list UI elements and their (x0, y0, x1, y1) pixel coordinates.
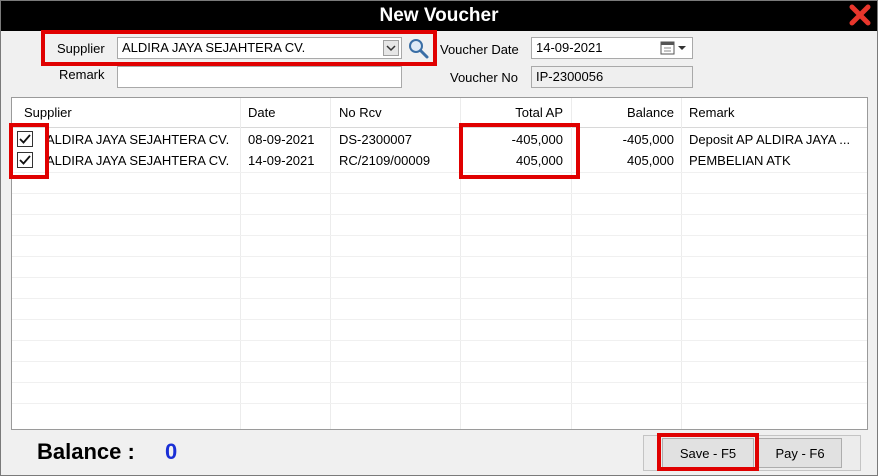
voucher-date-label: Voucher Date (440, 42, 519, 57)
row-checkbox[interactable] (17, 152, 33, 168)
pay-button[interactable]: Pay - F6 (758, 438, 842, 468)
cell-date: 08-09-2021 (248, 132, 315, 147)
voucher-no-value: IP-2300056 (536, 69, 604, 84)
cell-balance: 405,000 (627, 153, 674, 168)
col-header-total-ap[interactable]: Total AP (462, 105, 563, 120)
col-header-remark[interactable]: Remark (689, 105, 735, 120)
voucher-no-field: IP-2300056 (531, 66, 693, 88)
remark-label: Remark (59, 67, 105, 82)
save-button[interactable]: Save - F5 (662, 438, 754, 468)
row-checkbox[interactable] (17, 131, 33, 147)
cell-supplier: ALDIRA JAYA SEJAHTERA CV. (46, 153, 230, 168)
cell-no-rcv: DS-2300007 (339, 132, 412, 147)
table-row[interactable]: ALDIRA JAYA SEJAHTERA CV. 08-09-2021 DS-… (12, 129, 867, 150)
supplier-value: ALDIRA JAYA SEJAHTERA CV. (122, 40, 306, 55)
remark-input[interactable] (117, 66, 402, 88)
supplier-dropdown-icon[interactable] (383, 40, 399, 56)
cell-supplier: ALDIRA JAYA SEJAHTERA CV. (46, 132, 230, 147)
cell-remark: Deposit AP ALDIRA JAYA ... (689, 132, 851, 147)
supplier-label: Supplier (57, 41, 105, 56)
close-icon[interactable] (849, 4, 871, 26)
col-header-balance[interactable]: Balance (572, 105, 674, 120)
balance-label: Balance : (37, 439, 135, 464)
search-icon[interactable] (406, 36, 430, 60)
cell-date: 14-09-2021 (248, 153, 315, 168)
window-title: New Voucher (379, 5, 499, 26)
title-bar: New Voucher (1, 1, 877, 31)
col-header-no-rcv[interactable]: No Rcv (339, 105, 382, 120)
table-row[interactable]: ALDIRA JAYA SEJAHTERA CV. 14-09-2021 RC/… (12, 150, 867, 171)
voucher-grid[interactable]: Supplier Date No Rcv Total AP Balance Re… (11, 97, 868, 430)
calendar-icon[interactable] (659, 40, 689, 56)
balance-value: 0 (165, 439, 178, 464)
cell-balance: -405,000 (622, 132, 674, 147)
grid-header: Supplier Date No Rcv Total AP Balance Re… (12, 98, 867, 128)
col-header-supplier[interactable]: Supplier (24, 105, 72, 120)
cell-total-ap: -405,000 (511, 132, 563, 147)
cell-total-ap: 405,000 (516, 153, 563, 168)
cell-no-rcv: RC/2109/00009 (339, 153, 431, 168)
new-voucher-window: New Voucher Supplier ALDIRA JAYA SEJAHTE… (0, 0, 878, 476)
voucher-no-label: Voucher No (450, 70, 518, 85)
supplier-combobox[interactable]: ALDIRA JAYA SEJAHTERA CV. (117, 37, 402, 59)
cell-remark: PEMBELIAN ATK (689, 153, 791, 168)
voucher-date-value: 14-09-2021 (536, 40, 603, 55)
col-header-date[interactable]: Date (248, 105, 275, 120)
